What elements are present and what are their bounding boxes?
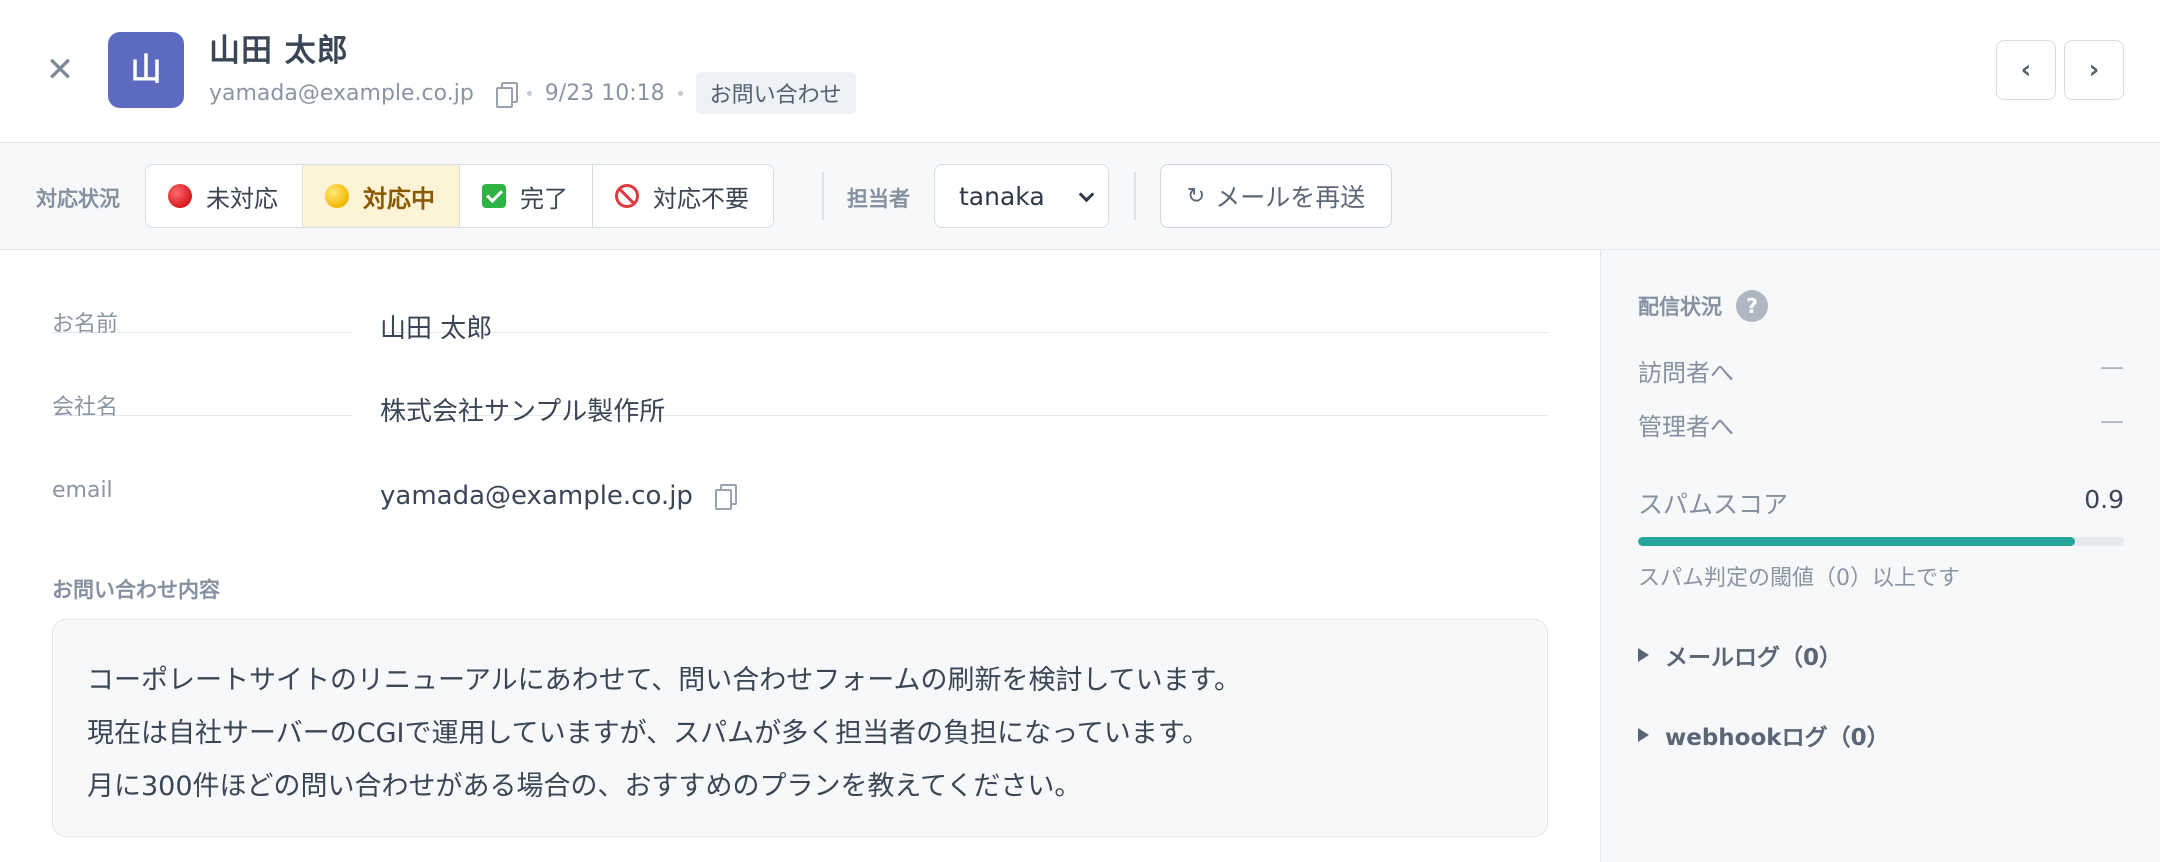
status-option-label: 完了 bbox=[520, 184, 568, 213]
status-option-label: 対応中 bbox=[363, 184, 435, 213]
spam-score-bar-fill bbox=[1638, 537, 2076, 546]
message-body: コーポレートサイトのリニューアルにあわせて、問い合わせフォームの刷新を検討してい… bbox=[52, 619, 1548, 837]
delivery-to-visitor: 訪問者へ — bbox=[1638, 353, 2124, 388]
email-value: yamada@example.co.jp bbox=[380, 481, 693, 511]
field-value: 山田 太郎 bbox=[380, 250, 1548, 342]
resend-email-button[interactable]: ↻ メールを再送 bbox=[1160, 164, 1392, 228]
check-mark-icon bbox=[482, 184, 506, 208]
assignee-label: 担当者 bbox=[847, 187, 910, 211]
field-row-email: email yamada@example.co.jp bbox=[52, 416, 1548, 510]
refresh-icon: ↻ bbox=[1186, 183, 1206, 209]
webhook-log-toggle[interactable]: webhookログ（0） bbox=[1638, 718, 1890, 752]
contact-meta: yamada@example.co.jp 9/23 10:18 お問い合わせ bbox=[209, 72, 856, 114]
divider bbox=[822, 172, 824, 220]
chevron-left-icon: ‹ bbox=[2020, 55, 2032, 85]
triangle-right-icon bbox=[1638, 728, 1649, 742]
copy-icon[interactable] bbox=[715, 484, 738, 510]
field-value-email: yamada@example.co.jp bbox=[380, 416, 1548, 510]
field-value: 株式会社サンプル製作所 bbox=[380, 333, 1548, 425]
status-option-label: 未対応 bbox=[206, 184, 278, 213]
contact-name: 山田 太郎 bbox=[209, 33, 349, 69]
spam-score-bar bbox=[1638, 537, 2124, 546]
inquiry-heading: お問い合わせ内容 bbox=[52, 578, 220, 602]
to-admin-label: 管理者へ bbox=[1638, 413, 1734, 441]
to-admin-value: — bbox=[2100, 407, 2124, 435]
resend-label: メールを再送 bbox=[1215, 183, 1366, 212]
detail-header: ✕ 山 山田 太郎 yamada@example.co.jp 9/23 10:1… bbox=[0, 0, 2160, 143]
separator-dot bbox=[677, 90, 683, 96]
delivery-to-admin: 管理者へ — bbox=[1638, 407, 2124, 442]
contact-email: yamada@example.co.jp bbox=[209, 80, 474, 106]
divider bbox=[1134, 172, 1136, 220]
message-line: コーポレートサイトのリニューアルにあわせて、問い合わせフォームの刷新を検討してい… bbox=[87, 665, 1241, 696]
spam-score-row: スパムスコア 0.9 bbox=[1638, 485, 2124, 521]
triangle-right-icon bbox=[1638, 648, 1649, 662]
assignee-value: tanaka bbox=[959, 181, 1045, 211]
inquiry-detail: お名前 山田 太郎 会社名 株式会社サンプル製作所 email yamada@e… bbox=[0, 250, 1600, 862]
spam-score-label: スパムスコア bbox=[1638, 490, 1789, 519]
status-option-label: 対応不要 bbox=[653, 184, 749, 213]
no-entry-icon bbox=[615, 184, 639, 208]
to-visitor-label: 訪問者へ bbox=[1638, 359, 1734, 387]
mail-log-toggle[interactable]: メールログ（0） bbox=[1638, 638, 1842, 672]
spam-score-value: 0.9 bbox=[2084, 485, 2124, 514]
delivery-sidebar: 配信状況 ? 訪問者へ — 管理者へ — スパムスコア 0.9 スパム判定の閾値… bbox=[1600, 250, 2160, 862]
separator-dot bbox=[526, 90, 532, 96]
red-circle-icon bbox=[168, 184, 192, 208]
status-toolbar: 対応状況 未対応 対応中 完了 対応不要 担当者 tanaka ↻ メールを再送 bbox=[0, 143, 2160, 250]
field-label: 会社名 bbox=[52, 333, 352, 419]
field-row-name: お名前 山田 太郎 bbox=[52, 250, 1548, 342]
status-done-button[interactable]: 完了 bbox=[460, 165, 593, 227]
status-not-needed-button[interactable]: 対応不要 bbox=[593, 165, 773, 227]
received-datetime: 9/23 10:18 bbox=[544, 80, 665, 106]
close-icon[interactable]: ✕ bbox=[44, 53, 76, 87]
to-visitor-value: — bbox=[2100, 353, 2124, 381]
chevron-right-icon: › bbox=[2088, 55, 2100, 85]
copy-icon[interactable] bbox=[495, 82, 518, 108]
assignee-select[interactable]: tanaka bbox=[934, 164, 1109, 228]
status-label: 対応状況 bbox=[36, 187, 120, 211]
form-type-badge: お問い合わせ bbox=[695, 72, 856, 114]
status-unhandled-button[interactable]: 未対応 bbox=[146, 165, 303, 227]
help-icon[interactable]: ? bbox=[1736, 290, 1768, 322]
status-in-progress-button[interactable]: 対応中 bbox=[303, 165, 460, 227]
field-label: email bbox=[52, 478, 113, 503]
delivery-status-heading: 配信状況 ? bbox=[1638, 290, 1768, 322]
spam-threshold-note: スパム判定の閾値（0）以上です bbox=[1638, 566, 1960, 591]
delivery-heading-text: 配信状況 bbox=[1638, 295, 1722, 319]
avatar: 山 bbox=[108, 32, 184, 108]
previous-button[interactable]: ‹ bbox=[1996, 40, 2056, 100]
message-line: 月に300件ほどの問い合わせがある場合の、おすすめのプランを教えてください。 bbox=[87, 771, 1082, 802]
webhook-log-label: webhookログ（0） bbox=[1665, 725, 1890, 751]
next-button[interactable]: › bbox=[2064, 40, 2124, 100]
mail-log-label: メールログ（0） bbox=[1665, 645, 1843, 671]
field-label: お名前 bbox=[52, 250, 352, 336]
chevron-down-icon bbox=[1078, 186, 1095, 203]
field-row-company: 会社名 株式会社サンプル製作所 bbox=[52, 333, 1548, 425]
status-segmented-control: 未対応 対応中 完了 対応不要 bbox=[145, 164, 774, 228]
message-line: 現在は自社サーバーのCGIで運用していますが、スパムが多く担当者の負担になってい… bbox=[87, 718, 1210, 749]
yellow-circle-icon bbox=[325, 184, 349, 208]
